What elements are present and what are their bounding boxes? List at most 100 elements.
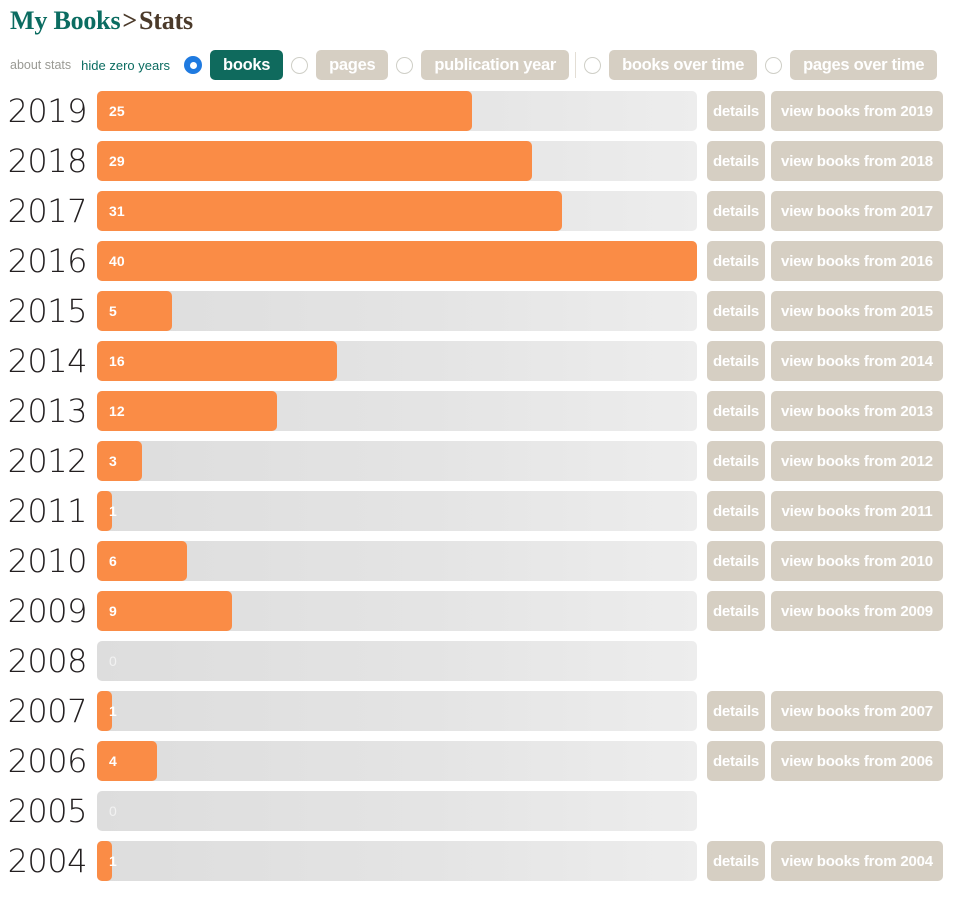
stat-option-pill-pages-over-time[interactable]: pages over time	[790, 50, 938, 80]
bar-fill	[97, 341, 337, 381]
bar-track: 29	[97, 141, 697, 181]
row-actions: details view books from 2014	[707, 341, 943, 381]
bar-fill	[97, 191, 562, 231]
chart-row: 2009 9 details view books from 2009	[0, 586, 966, 636]
stat-option-pill-publication-year[interactable]: publication year	[421, 50, 570, 80]
bar-track: 1	[97, 691, 697, 731]
bar-value-label: 0	[109, 803, 117, 819]
view-books-button[interactable]: view books from 2010	[771, 541, 943, 581]
details-button[interactable]: details	[707, 491, 765, 531]
stat-option-books-over-time[interactable]: books over time	[584, 50, 758, 80]
stat-option-books[interactable]: books	[184, 50, 284, 80]
hide-zero-years-link[interactable]: hide zero years	[81, 58, 170, 73]
view-books-button[interactable]: view books from 2006	[771, 741, 943, 781]
year-label: 2008	[7, 642, 88, 680]
breadcrumb-my-books[interactable]: My Books	[10, 6, 121, 35]
view-books-button[interactable]: view books from 2011	[771, 491, 943, 531]
year-label: 2010	[7, 542, 88, 580]
bar-fill	[97, 291, 172, 331]
chart-row: 20050detailsview books from 2005	[0, 786, 966, 836]
view-books-button[interactable]: view books from 2009	[771, 591, 943, 631]
radio-pages[interactable]	[291, 56, 309, 74]
year-label: 2004	[7, 842, 88, 880]
view-books-button[interactable]: view books from 2019	[771, 91, 943, 131]
row-actions: details view books from 2011	[707, 491, 943, 531]
chart-row: 2010 6 details view books from 2010	[0, 536, 966, 586]
control-divider	[575, 52, 577, 78]
details-button[interactable]: details	[707, 441, 765, 481]
chart-row: 2016 40 details view books from 2016	[0, 236, 966, 286]
bar-fill	[97, 241, 697, 281]
bar-track: 3	[97, 441, 697, 481]
row-actions: details view books from 2012	[707, 441, 943, 481]
view-books-button[interactable]: view books from 2007	[771, 691, 943, 731]
details-button[interactable]: details	[707, 341, 765, 381]
bar-fill	[97, 841, 112, 881]
row-actions: details view books from 2018	[707, 141, 943, 181]
view-books-button[interactable]: view books from 2012	[771, 441, 943, 481]
row-actions: details view books from 2007	[707, 691, 943, 731]
details-button[interactable]: details	[707, 91, 765, 131]
radio-books-over-time[interactable]	[584, 56, 602, 74]
stat-option-publication-year[interactable]: publication year	[396, 50, 570, 80]
bar-track: 6	[97, 541, 697, 581]
year-label: 2013	[7, 392, 88, 430]
view-books-button[interactable]: view books from 2015	[771, 291, 943, 331]
year-label: 2019	[7, 92, 88, 130]
bar-fill	[97, 741, 157, 781]
details-button[interactable]: details	[707, 391, 765, 431]
bar-fill	[97, 441, 142, 481]
details-button[interactable]: details	[707, 741, 765, 781]
bar-fill	[97, 91, 472, 131]
bar-fill	[97, 541, 187, 581]
chart-row: 2007 1 details view books from 2007	[0, 686, 966, 736]
stat-option-pages[interactable]: pages	[291, 50, 389, 80]
view-books-button[interactable]: view books from 2017	[771, 191, 943, 231]
radio-pages-over-time[interactable]	[765, 56, 783, 74]
bar-track: 40	[97, 241, 697, 281]
details-button[interactable]: details	[707, 541, 765, 581]
details-button[interactable]: details	[707, 241, 765, 281]
bar-value-label: 0	[109, 653, 117, 669]
year-label: 2017	[7, 192, 88, 230]
bar-fill	[97, 391, 277, 431]
year-label: 2018	[7, 142, 88, 180]
stat-option-pill-books[interactable]: books	[210, 50, 284, 80]
chart-row: 2015 5 details view books from 2015	[0, 286, 966, 336]
about-stats-link[interactable]: about stats	[10, 58, 71, 72]
view-books-button[interactable]: view books from 2018	[771, 141, 943, 181]
details-button[interactable]: details	[707, 591, 765, 631]
details-button[interactable]: details	[707, 191, 765, 231]
chart-row: 2004 1 details view books from 2004	[0, 836, 966, 886]
stat-option-pages-over-time[interactable]: pages over time	[765, 50, 938, 80]
view-books-button[interactable]: view books from 2014	[771, 341, 943, 381]
details-button[interactable]: details	[707, 291, 765, 331]
bar-fill	[97, 591, 232, 631]
row-actions: details view books from 2010	[707, 541, 943, 581]
chart-row: 2011 1 details view books from 2011	[0, 486, 966, 536]
details-button[interactable]: details	[707, 841, 765, 881]
bar-track: 0	[97, 641, 697, 681]
breadcrumb: My Books>Stats	[0, 0, 966, 36]
chart-row: 20080detailsview books from 2008	[0, 636, 966, 686]
row-actions: details view books from 2016	[707, 241, 943, 281]
bar-fill	[97, 491, 112, 531]
details-button[interactable]: details	[707, 691, 765, 731]
year-label: 2015	[7, 292, 88, 330]
bar-track: 4	[97, 741, 697, 781]
stat-option-pill-pages[interactable]: pages	[316, 50, 389, 80]
year-label: 2005	[7, 792, 88, 830]
view-books-button[interactable]: view books from 2013	[771, 391, 943, 431]
view-books-button[interactable]: view books from 2016	[771, 241, 943, 281]
year-label: 2012	[7, 442, 88, 480]
row-actions: details view books from 2004	[707, 841, 943, 881]
year-label: 2014	[7, 342, 88, 380]
view-books-button[interactable]: view books from 2004	[771, 841, 943, 881]
year-label: 2009	[7, 592, 88, 630]
stat-option-pill-books-over-time[interactable]: books over time	[609, 50, 758, 80]
details-button[interactable]: details	[707, 141, 765, 181]
radio-publication-year[interactable]	[396, 56, 414, 74]
chart-row: 2017 31 details view books from 2017	[0, 186, 966, 236]
row-actions: details view books from 2013	[707, 391, 943, 431]
radio-books[interactable]	[184, 56, 203, 74]
